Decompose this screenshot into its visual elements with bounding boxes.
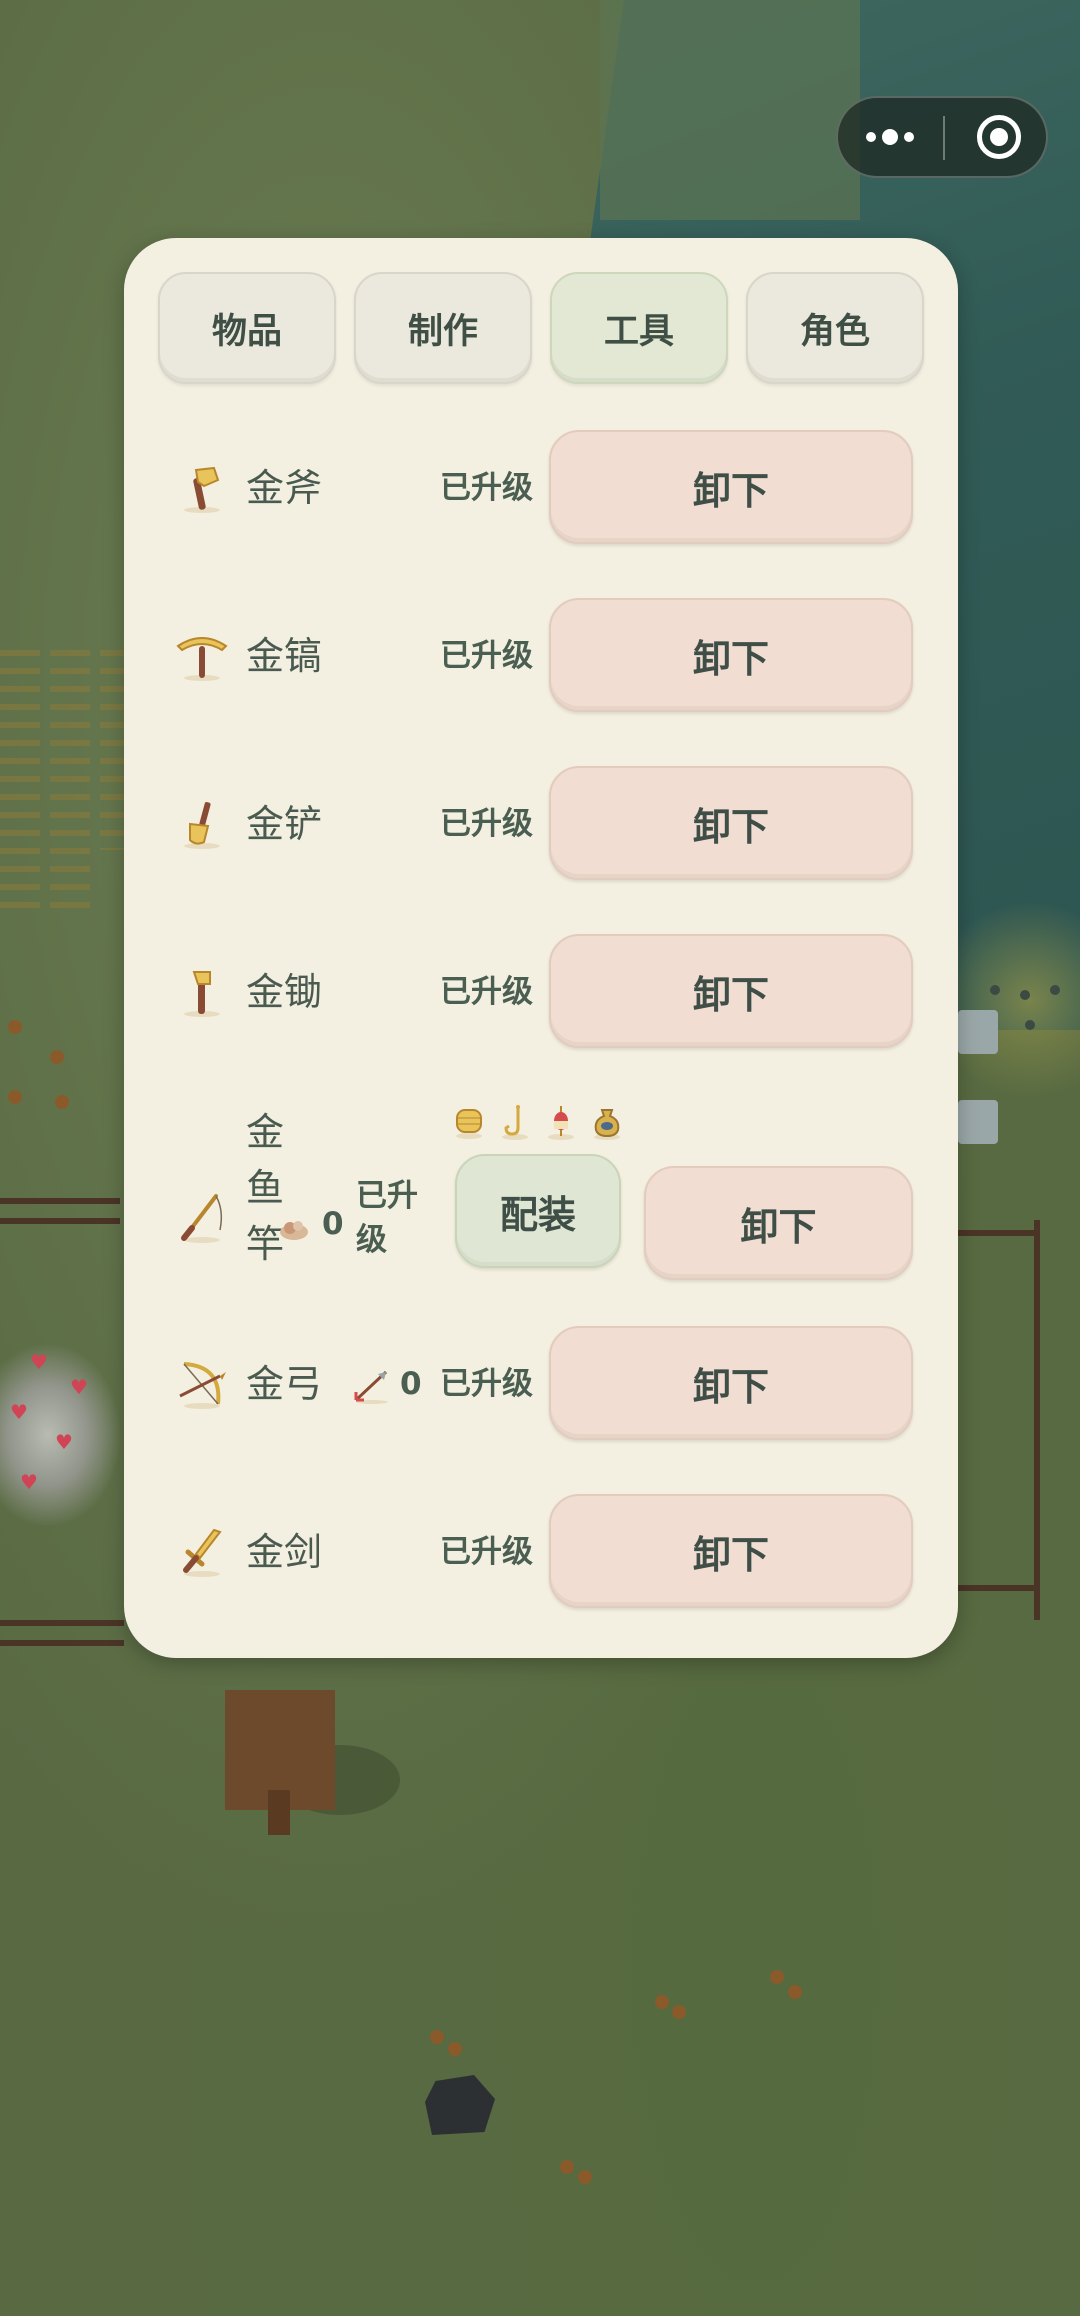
target-circle-icon[interactable]: [977, 115, 1021, 159]
arrow-count: 0: [352, 1356, 422, 1412]
berry-bush: [8, 1020, 22, 1034]
tab-bar: 物品 制作 工具 角色: [158, 272, 924, 386]
unequip-button[interactable]: 卸下: [549, 430, 913, 544]
fence: [0, 1198, 120, 1204]
tools-panel: 物品 制作 工具 角色 金斧 已升级 卸下 金镐 已升级 卸下 金铲 已升级 卸…: [124, 238, 958, 1658]
cliff: [600, 0, 860, 220]
bait-bag-icon[interactable]: [592, 1104, 622, 1140]
tool-name: 金锄: [246, 970, 323, 1014]
berry-bush: [8, 1090, 22, 1104]
unequip-button[interactable]: 卸下: [644, 1166, 913, 1280]
bait-count: 0: [274, 1196, 344, 1252]
golden-axe-icon: [184, 466, 220, 513]
tool-row-pickaxe: 金镐 已升级 卸下: [124, 598, 958, 716]
tool-row-hoe: 金锄 已升级 卸下: [124, 934, 958, 1052]
rod-accessories: [454, 1104, 624, 1144]
golden-pickaxe-icon: [176, 637, 228, 681]
more-dots-icon[interactable]: [860, 98, 940, 176]
golden-bow-icon: [179, 1362, 226, 1409]
stone: [1020, 990, 1030, 1000]
tree-trunk: [268, 1790, 290, 1835]
fishing-line-icon[interactable]: [454, 1104, 484, 1140]
tool-name: 金剑: [246, 1530, 323, 1574]
berry-bush: [560, 2160, 574, 2174]
wheat-field: [50, 650, 90, 910]
fence: [0, 1620, 124, 1626]
berry-bush: [578, 2170, 592, 2184]
equip-button[interactable]: 配装: [455, 1154, 621, 1268]
fence: [0, 1218, 120, 1224]
tab-items[interactable]: 物品: [158, 272, 336, 384]
float-icon[interactable]: [546, 1104, 576, 1140]
unequip-button[interactable]: 卸下: [549, 1326, 913, 1440]
stone: [1050, 985, 1060, 995]
berry-bush: [788, 1985, 802, 1999]
stone: [990, 985, 1000, 995]
capsule-divider: [943, 116, 945, 160]
golden-fishing-rod-icon: [181, 1194, 223, 1243]
upgrade-status: 已升级: [440, 806, 533, 842]
stone-block: [958, 1010, 998, 1054]
tool-row-sword: 金剑 已升级 卸下: [124, 1494, 958, 1612]
tab-tools[interactable]: 工具: [550, 272, 728, 384]
stone-block: [958, 1100, 998, 1144]
golden-sword-icon: [183, 1528, 222, 1577]
fence: [0, 1640, 124, 1646]
berry-bush: [430, 2030, 444, 2044]
golden-shovel-icon: [184, 802, 220, 849]
fence: [1034, 1220, 1040, 1620]
berry-bush: [448, 2042, 462, 2056]
hook-icon[interactable]: [500, 1104, 530, 1140]
mini-program-capsule: [836, 96, 1048, 178]
tool-name: 金弓: [246, 1362, 323, 1406]
tool-name: 金斧: [246, 466, 323, 510]
wheat-field: [0, 650, 40, 910]
unequip-button[interactable]: 卸下: [549, 766, 913, 880]
upgrade-status: 已升级: [440, 1366, 533, 1402]
unequip-button[interactable]: 卸下: [549, 934, 913, 1048]
berry-bush: [672, 2005, 686, 2019]
upgrade-status: 已升级: [440, 470, 533, 506]
arrow-icon: [354, 1370, 388, 1404]
golden-hoe-icon: [184, 971, 220, 1017]
upgrade-status: 已升级: [440, 1534, 533, 1570]
berry-bush: [55, 1095, 69, 1109]
tab-crafting[interactable]: 制作: [354, 272, 532, 384]
tool-row-fishing-rod: 金鱼竿 0 已升级 配装 卸下: [124, 1104, 958, 1344]
tool-row-shovel: 金铲 已升级 卸下: [124, 766, 958, 884]
bait-icon: [280, 1220, 308, 1240]
stone: [1025, 1020, 1035, 1030]
fence: [958, 1230, 1038, 1236]
tool-name: 金铲: [246, 802, 323, 846]
berry-bush: [770, 1970, 784, 1984]
berry-bush: [655, 1995, 669, 2009]
tab-character[interactable]: 角色: [746, 272, 924, 384]
tool-row-bow: 金弓 0 已升级 卸下: [124, 1326, 958, 1444]
upgrade-status: 已升级: [440, 974, 533, 1010]
upgrade-status: 已升级: [440, 638, 533, 674]
unequip-button[interactable]: 卸下: [549, 1494, 913, 1608]
unequip-button[interactable]: 卸下: [549, 598, 913, 712]
upgrade-status: 已升级: [356, 1178, 418, 1258]
berry-bush: [50, 1050, 64, 1064]
tool-name: 金镐: [246, 634, 323, 678]
tool-row-axe: 金斧 已升级 卸下: [124, 430, 958, 548]
fence: [958, 1585, 1038, 1591]
